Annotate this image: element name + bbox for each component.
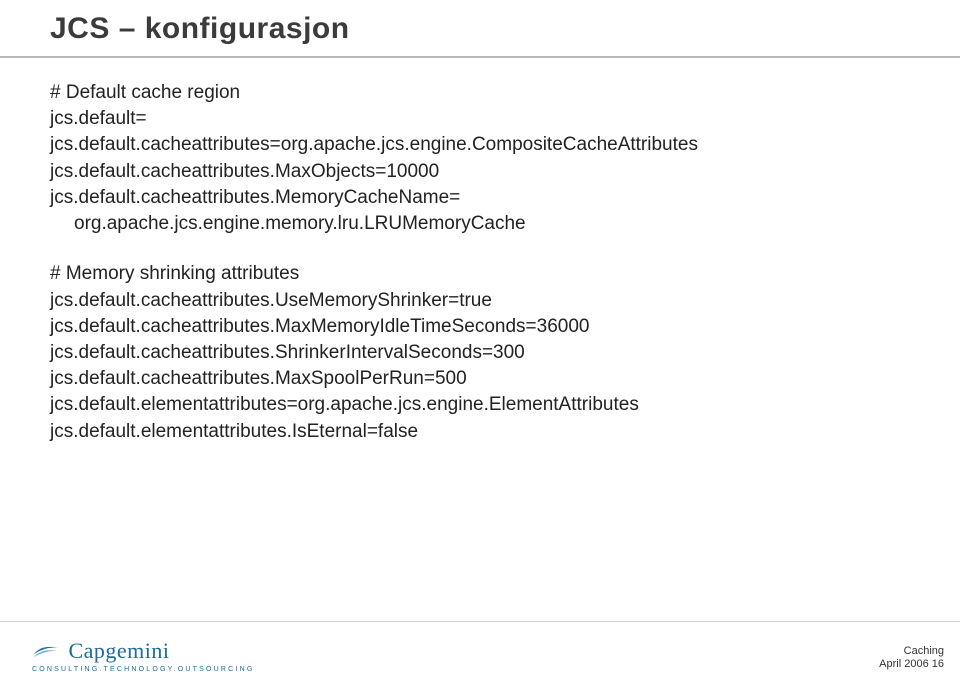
slide-footer: Capgemini CONSULTING.TECHNOLOGY.OUTSOURC… (0, 621, 960, 681)
code-line: jcs.default.cacheattributes.MemoryCacheN… (50, 185, 920, 211)
slide-title: JCS – konfigurasjon (50, 12, 350, 46)
company-logo: Capgemini CONSULTING.TECHNOLOGY.OUTSOURC… (32, 638, 254, 673)
code-line: jcs.default.cacheattributes=org.apache.j… (50, 132, 920, 158)
footer-right: Caching April 2006 16 (879, 645, 944, 671)
code-line: jcs.default.cacheattributes.ShrinkerInte… (50, 340, 920, 366)
footer-topic: Caching (879, 645, 944, 658)
code-line: org.apache.jcs.engine.memory.lru.LRUMemo… (50, 211, 920, 237)
code-line: jcs.default= (50, 106, 920, 132)
code-line: # Default cache region (50, 80, 920, 106)
code-block: # Memory shrinking attributesjcs.default… (50, 261, 920, 445)
footer-date-page: April 2006 16 (879, 658, 944, 671)
logo-tagline: CONSULTING.TECHNOLOGY.OUTSOURCING (32, 666, 254, 673)
code-line: jcs.default.elementattributes.IsEternal=… (50, 419, 920, 445)
code-line: jcs.default.cacheattributes.UseMemoryShr… (50, 288, 920, 314)
code-line: jcs.default.cacheattributes.MaxMemoryIdl… (50, 314, 920, 340)
logo-swoosh-icon (32, 642, 60, 665)
code-line: # Memory shrinking attributes (50, 261, 920, 287)
logo-name: Capgemini (68, 638, 169, 663)
code-block: # Default cache regionjcs.default=jcs.de… (50, 80, 920, 237)
code-line: jcs.default.cacheattributes.MaxSpoolPerR… (50, 366, 920, 392)
code-line: jcs.default.cacheattributes.MaxObjects=1… (50, 159, 920, 185)
slide-body: # Default cache regionjcs.default=jcs.de… (50, 80, 920, 469)
title-underline (0, 56, 960, 58)
code-line: jcs.default.elementattributes=org.apache… (50, 392, 920, 418)
